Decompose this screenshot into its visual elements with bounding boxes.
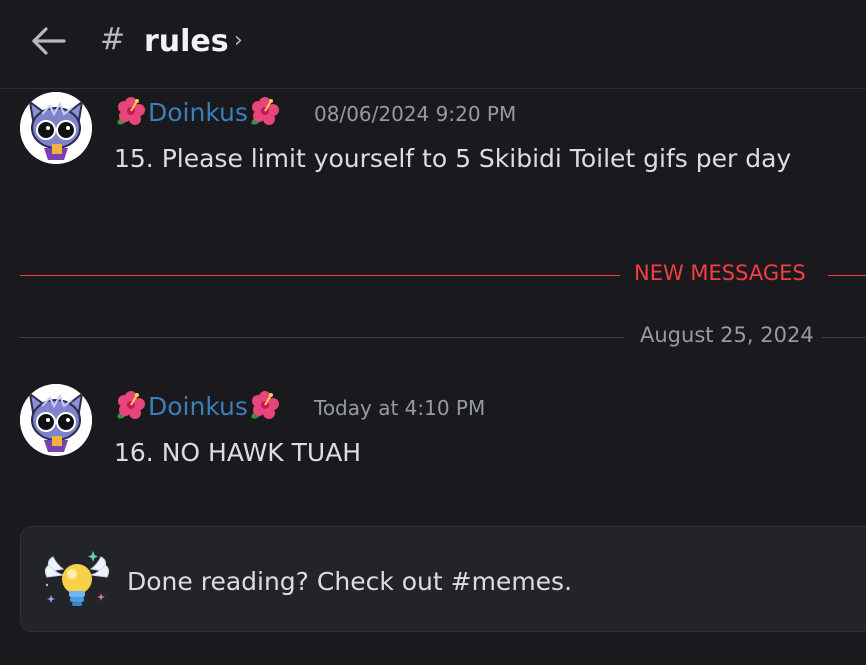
- message-content: 16. NO HAWK TUAH: [114, 438, 362, 467]
- hibiscus-emoji-icon: [114, 94, 148, 128]
- date-divider: August 25, 2024: [20, 323, 866, 353]
- channel-hash-icon: #: [100, 22, 126, 57]
- avatar[interactable]: [20, 384, 92, 456]
- hibiscus-emoji-icon: [114, 388, 148, 422]
- banner-text: Done reading? Check out #memes.: [127, 567, 573, 596]
- username[interactable]: Doinkus: [114, 94, 282, 128]
- channel-name[interactable]: rules: [144, 24, 229, 59]
- username-text: Doinkus: [148, 392, 248, 421]
- divider-line: [20, 275, 620, 276]
- avatar[interactable]: [20, 92, 92, 164]
- chevron-right-icon[interactable]: ›: [234, 28, 243, 53]
- message-item: Doinkus 08/06/2024 9:20 PM 15. Please li…: [0, 88, 866, 208]
- new-messages-divider: NEW MESSAGES: [20, 261, 866, 291]
- date-label: August 25, 2024: [640, 323, 814, 347]
- username[interactable]: Doinkus: [114, 388, 282, 422]
- new-messages-label: NEW MESSAGES: [634, 261, 806, 285]
- message-item: Doinkus Today at 4:10 PM 16. NO HAWK TUA…: [0, 382, 866, 492]
- hibiscus-emoji-icon: [248, 388, 282, 422]
- username-text: Doinkus: [148, 98, 248, 127]
- channel-header: # rules ›: [0, 0, 866, 89]
- divider-line: [20, 337, 624, 338]
- divider-line: [822, 337, 866, 338]
- winged-lightbulb-icon: [43, 547, 111, 615]
- message-timestamp: Today at 4:10 PM: [314, 396, 486, 420]
- message-content: 15. Please limit yourself to 5 Skibidi T…: [114, 144, 792, 173]
- hibiscus-emoji-icon: [248, 94, 282, 128]
- back-arrow-icon[interactable]: [30, 26, 68, 56]
- divider-line: [828, 275, 866, 276]
- message-timestamp: 08/06/2024 9:20 PM: [314, 102, 517, 126]
- done-reading-banner[interactable]: Done reading? Check out #memes.: [20, 526, 866, 632]
